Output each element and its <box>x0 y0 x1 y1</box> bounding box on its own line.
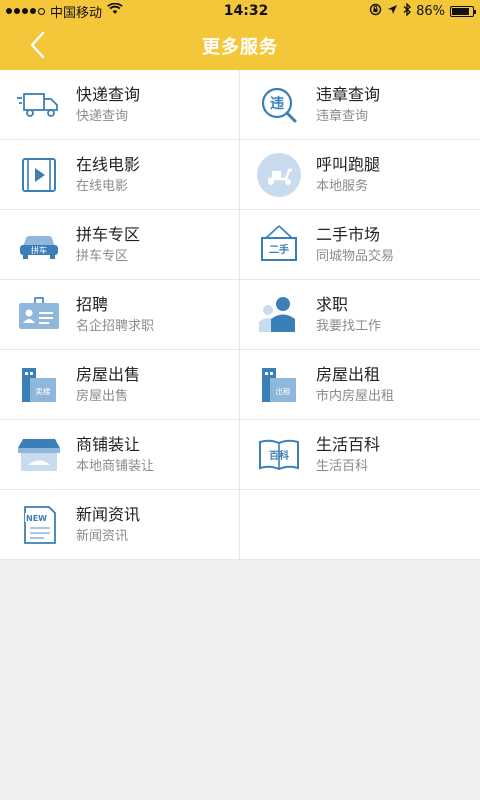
service-item[interactable]: 商铺装让本地商铺装让 <box>0 420 240 490</box>
back-button[interactable] <box>22 30 52 60</box>
battery-percent: 86% <box>416 3 445 19</box>
service-subtitle: 我要找工作 <box>316 318 382 334</box>
service-subtitle: 拼车专区 <box>76 248 129 264</box>
empty-cell <box>240 490 480 560</box>
service-item[interactable]: 出租 房屋出租市内房屋出租 <box>240 350 480 420</box>
service-item[interactable]: 违违章查询 违章查询 <box>240 70 480 140</box>
service-item[interactable]: 二手 二手市场同城物品交易 <box>240 210 480 280</box>
encyclopedia-book-icon: 百科 <box>256 432 302 478</box>
service-title: 在线电影 <box>76 154 141 174</box>
news-document-icon: NEW <box>16 502 62 548</box>
rotation-lock-icon <box>369 3 382 20</box>
svg-text:卖楼: 卖楼 <box>36 386 51 396</box>
service-subtitle: 在线电影 <box>76 178 129 194</box>
service-subtitle: 本地商铺装让 <box>76 458 155 474</box>
service-item[interactable]: 求职 我要找工作 <box>240 280 480 350</box>
service-item[interactable]: NEW 新闻资讯 新闻资讯 <box>0 490 240 560</box>
service-title: 新闻资讯 <box>76 504 141 524</box>
status-bar: 中国移动 14:32 86% <box>0 0 480 22</box>
violation-search-icon: 违 <box>256 82 302 128</box>
film-play-icon <box>16 152 62 198</box>
truck-icon <box>16 82 62 128</box>
svg-text:拼车: 拼车 <box>31 245 47 255</box>
service-title: 二手市场 <box>316 224 381 244</box>
location-arrow-icon <box>387 4 398 19</box>
svg-text:NEW: NEW <box>26 514 47 523</box>
service-title: 求职 <box>316 294 349 314</box>
svg-text:百科: 百科 <box>269 449 289 462</box>
service-subtitle: 违章查询 <box>316 108 369 124</box>
svg-text:违: 违 <box>270 95 284 112</box>
building-rent-icon: 出租 <box>256 362 302 408</box>
chevron-left-icon <box>30 31 45 59</box>
service-subtitle: 房屋出售 <box>76 388 129 404</box>
service-title: 房屋出售 <box>76 364 141 384</box>
battery-level <box>452 7 469 15</box>
navigation-bar: 更多服务 <box>0 22 480 70</box>
service-subtitle: 市内房屋出租 <box>316 388 395 404</box>
bluetooth-icon <box>403 1 412 20</box>
wifi-icon <box>107 2 123 19</box>
battery-icon <box>450 5 476 17</box>
scooter-icon <box>256 152 302 198</box>
service-subtitle: 新闻资讯 <box>76 528 129 544</box>
service-title: 房屋出租 <box>316 364 381 384</box>
service-subtitle: 生活百科 <box>316 458 369 474</box>
service-title: 违章查询 <box>316 84 381 104</box>
service-title: 快递查询 <box>76 84 141 104</box>
people-icon <box>256 292 302 338</box>
service-grid: 快递查询 快递查询 违违章查询 违章查询 在线电影 在线电影 呼叫跑腿 本地服务 拼车拼… <box>0 70 480 560</box>
shop-icon <box>16 432 62 478</box>
service-subtitle: 本地服务 <box>316 178 369 194</box>
service-title: 呼叫跑腿 <box>316 154 381 174</box>
service-item[interactable]: 呼叫跑腿 本地服务 <box>240 140 480 210</box>
service-title: 商铺装让 <box>76 434 141 454</box>
service-subtitle: 快递查询 <box>76 108 129 124</box>
second-hand-sign-icon: 二手 <box>256 222 302 268</box>
service-title: 招聘 <box>76 294 109 314</box>
service-item[interactable]: 快递查询 快递查询 <box>0 70 240 140</box>
signal-strength-icon <box>6 7 45 15</box>
svg-text:出租: 出租 <box>276 386 291 396</box>
id-badge-icon <box>16 292 62 338</box>
carrier-label: 中国移动 <box>50 5 103 21</box>
building-sale-icon: 卖楼 <box>16 362 62 408</box>
service-item[interactable]: 招聘 名企招聘求职 <box>0 280 240 350</box>
clock: 14:32 <box>223 3 269 19</box>
service-item[interactable]: 百科 生活百科 生活百科 <box>240 420 480 490</box>
service-subtitle: 同城物品交易 <box>316 248 395 264</box>
service-title: 拼车专区 <box>76 224 141 244</box>
svg-text:二手: 二手 <box>269 243 289 256</box>
carpool-car-icon: 拼车 <box>16 222 62 268</box>
service-title: 生活百科 <box>316 434 381 454</box>
service-subtitle: 名企招聘求职 <box>76 318 155 334</box>
page-title: 更多服务 <box>202 37 278 58</box>
service-item[interactable]: 拼车 拼车专区 拼车专区 <box>0 210 240 280</box>
service-item[interactable]: 卖楼 房屋出售 房屋出售 <box>0 350 240 420</box>
service-item[interactable]: 在线电影 在线电影 <box>0 140 240 210</box>
